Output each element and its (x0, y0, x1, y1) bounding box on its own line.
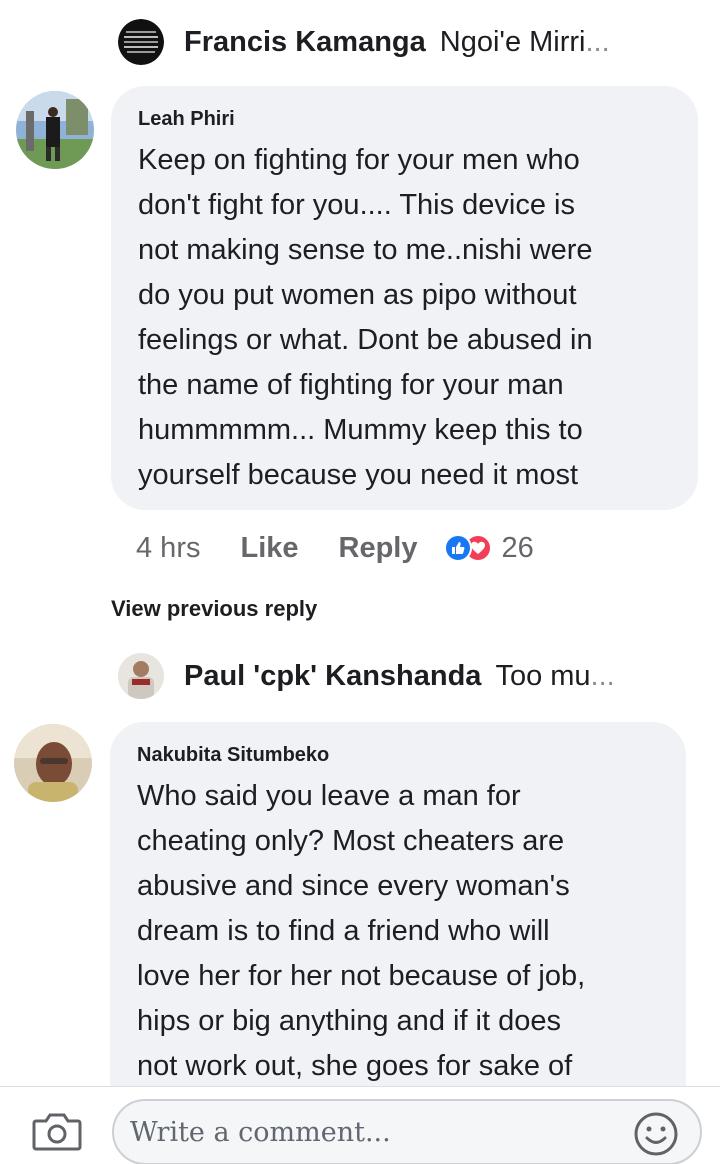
view-previous-reply-link[interactable]: View previous reply (111, 596, 317, 622)
francis-name[interactable]: Francis Kamanga (184, 26, 426, 59)
leah-author[interactable]: Leah Phiri (138, 106, 672, 132)
write-comment-placeholder: Write a comment... (130, 1117, 391, 1148)
paul-ellipsis: ... (590, 659, 615, 692)
leah-comment-actions: 4 hrs Like Reply 26 (136, 526, 534, 570)
leah-timestamp[interactable]: 4 hrs (136, 532, 200, 565)
reactions-summary[interactable] (443, 534, 492, 562)
camera-icon[interactable] (32, 1109, 82, 1153)
collapsed-reply-francis[interactable]: Francis Kamanga Ngoi'e Mirri ... (118, 16, 610, 68)
francis-snippet: Ngoi'e Mirri (439, 25, 586, 58)
write-comment-input[interactable]: Write a comment... (112, 1099, 702, 1164)
francis-ellipsis: ... (585, 25, 610, 58)
smiley-icon[interactable] (632, 1110, 680, 1158)
leah-comment-text: Keep on fighting for your men who don't … (138, 144, 593, 491)
like-reaction-icon (443, 534, 472, 562)
reaction-count[interactable]: 26 (502, 532, 534, 565)
reply-button[interactable]: Reply (339, 532, 418, 565)
paul-avatar[interactable] (118, 653, 164, 699)
nakubita-comment-text: Who said you leave a man for cheating on… (137, 780, 586, 1082)
comment-composer-bar: Write a comment... (0, 1086, 720, 1164)
like-button[interactable]: Like (240, 532, 298, 565)
francis-avatar[interactable] (118, 19, 164, 65)
nakubita-comment-bubble: Nakubita Situmbeko Who said you leave a … (110, 722, 686, 1122)
paul-name[interactable]: Paul 'cpk' Kanshanda (184, 660, 481, 693)
leah-comment-bubble: Leah Phiri Keep on fighting for your men… (111, 86, 698, 510)
nakubita-author[interactable]: Nakubita Situmbeko (137, 742, 660, 768)
leah-avatar[interactable] (16, 91, 94, 169)
paul-snippet: Too mu (495, 659, 591, 692)
collapsed-reply-paul[interactable]: Paul 'cpk' Kanshanda Too mu ... (118, 650, 615, 702)
nakubita-avatar[interactable] (14, 724, 92, 802)
